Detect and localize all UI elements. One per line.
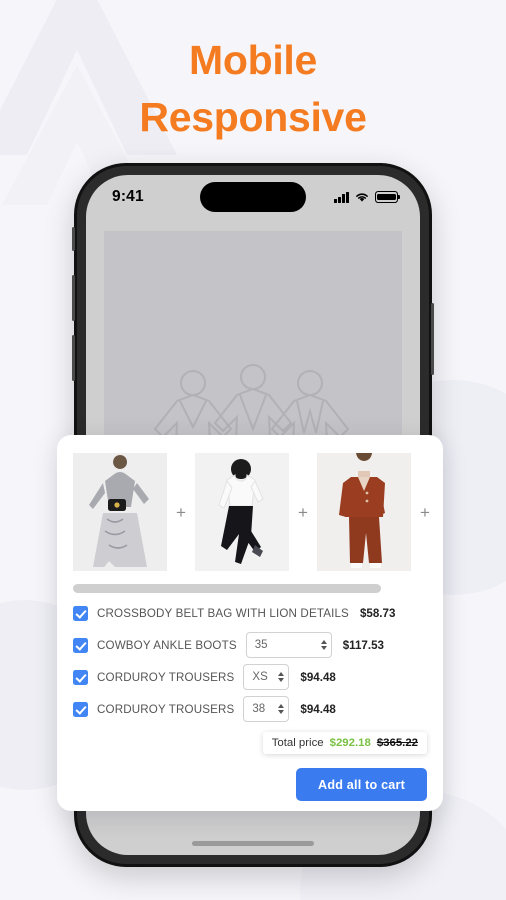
chevron-updown-icon [320, 640, 327, 650]
cellular-signal-icon [334, 191, 349, 203]
product-thumbnail[interactable] [73, 453, 167, 571]
total-price-label: Total price [271, 737, 324, 749]
add-all-to-cart-button[interactable]: Add all to cart [296, 768, 427, 801]
home-indicator [192, 841, 314, 846]
status-icons [334, 191, 401, 203]
bundle-item-row[interactable]: CORDUROY TROUSERS 38 $94.48 [73, 694, 427, 724]
total-price-original: $365.22 [376, 737, 418, 749]
item-name: COWBOY ANKLE BOOTS [97, 638, 237, 652]
item-size-value: 35 [254, 639, 268, 651]
phone-volume-down-button [72, 335, 75, 381]
plus-separator-2: + [298, 502, 308, 522]
item-price: $94.48 [300, 670, 336, 684]
chevron-updown-icon [278, 704, 285, 714]
product-thumbnail-strip[interactable]: + + + [73, 453, 430, 571]
status-bar: 9:41 [86, 175, 420, 219]
item-checkbox[interactable] [73, 637, 88, 653]
chevron-updown-icon [278, 672, 285, 682]
page-title: Mobile Responsive [0, 32, 506, 145]
dynamic-island [200, 182, 306, 212]
plus-separator-3: + [420, 502, 430, 522]
item-size-select[interactable]: 38 [243, 696, 290, 722]
bundle-item-row[interactable]: CORDUROY TROUSERS XS $94.48 [73, 662, 427, 692]
scrollbar-thumb[interactable] [73, 584, 381, 593]
item-price: $94.48 [300, 702, 336, 716]
item-price: $117.53 [342, 638, 384, 652]
item-name: CORDUROY TROUSERS [97, 670, 235, 684]
item-name: CROSSBODY BELT BAG WITH LION DETAILS [97, 606, 349, 620]
wifi-icon [356, 193, 368, 202]
item-checkbox[interactable] [73, 605, 88, 621]
total-price-row: Total price $292.18 $365.22 [73, 732, 427, 754]
page-title-line-1: Mobile [188, 37, 318, 83]
item-size-value: XS [252, 671, 268, 683]
bundle-item-list: CROSSBODY BELT BAG WITH LION DETAILS $58… [73, 598, 427, 724]
cta-row: Add all to cart [73, 768, 427, 801]
item-checkbox[interactable] [73, 701, 88, 717]
product-thumbnail[interactable] [317, 453, 411, 571]
item-size-value: 38 [252, 703, 266, 715]
item-name: CORDUROY TROUSERS [97, 702, 235, 716]
page-title-line-2: Responsive [139, 93, 367, 140]
bundle-item-row[interactable]: CROSSBODY BELT BAG WITH LION DETAILS $58… [73, 598, 427, 628]
item-size-select[interactable]: XS [243, 664, 290, 690]
item-size-select[interactable]: 35 [245, 632, 332, 658]
item-checkbox[interactable] [73, 669, 88, 685]
bundle-widget-card: + + + CROSSBODY BELT BAG WITH LION DETAI… [57, 435, 443, 811]
status-time: 9:41 [112, 188, 144, 205]
phone-volume-up-button [72, 275, 75, 321]
total-price-box: Total price $292.18 $365.22 [262, 732, 427, 754]
phone-mute-switch [72, 227, 75, 251]
total-price-discounted: $292.18 [329, 737, 371, 749]
battery-full-icon [375, 191, 401, 203]
phone-power-button [431, 303, 434, 375]
plus-separator-1: + [176, 502, 186, 522]
product-thumbnail[interactable] [195, 453, 289, 571]
item-price: $58.73 [359, 606, 396, 620]
bundle-item-row[interactable]: COWBOY ANKLE BOOTS 35 $117.53 [73, 630, 427, 660]
